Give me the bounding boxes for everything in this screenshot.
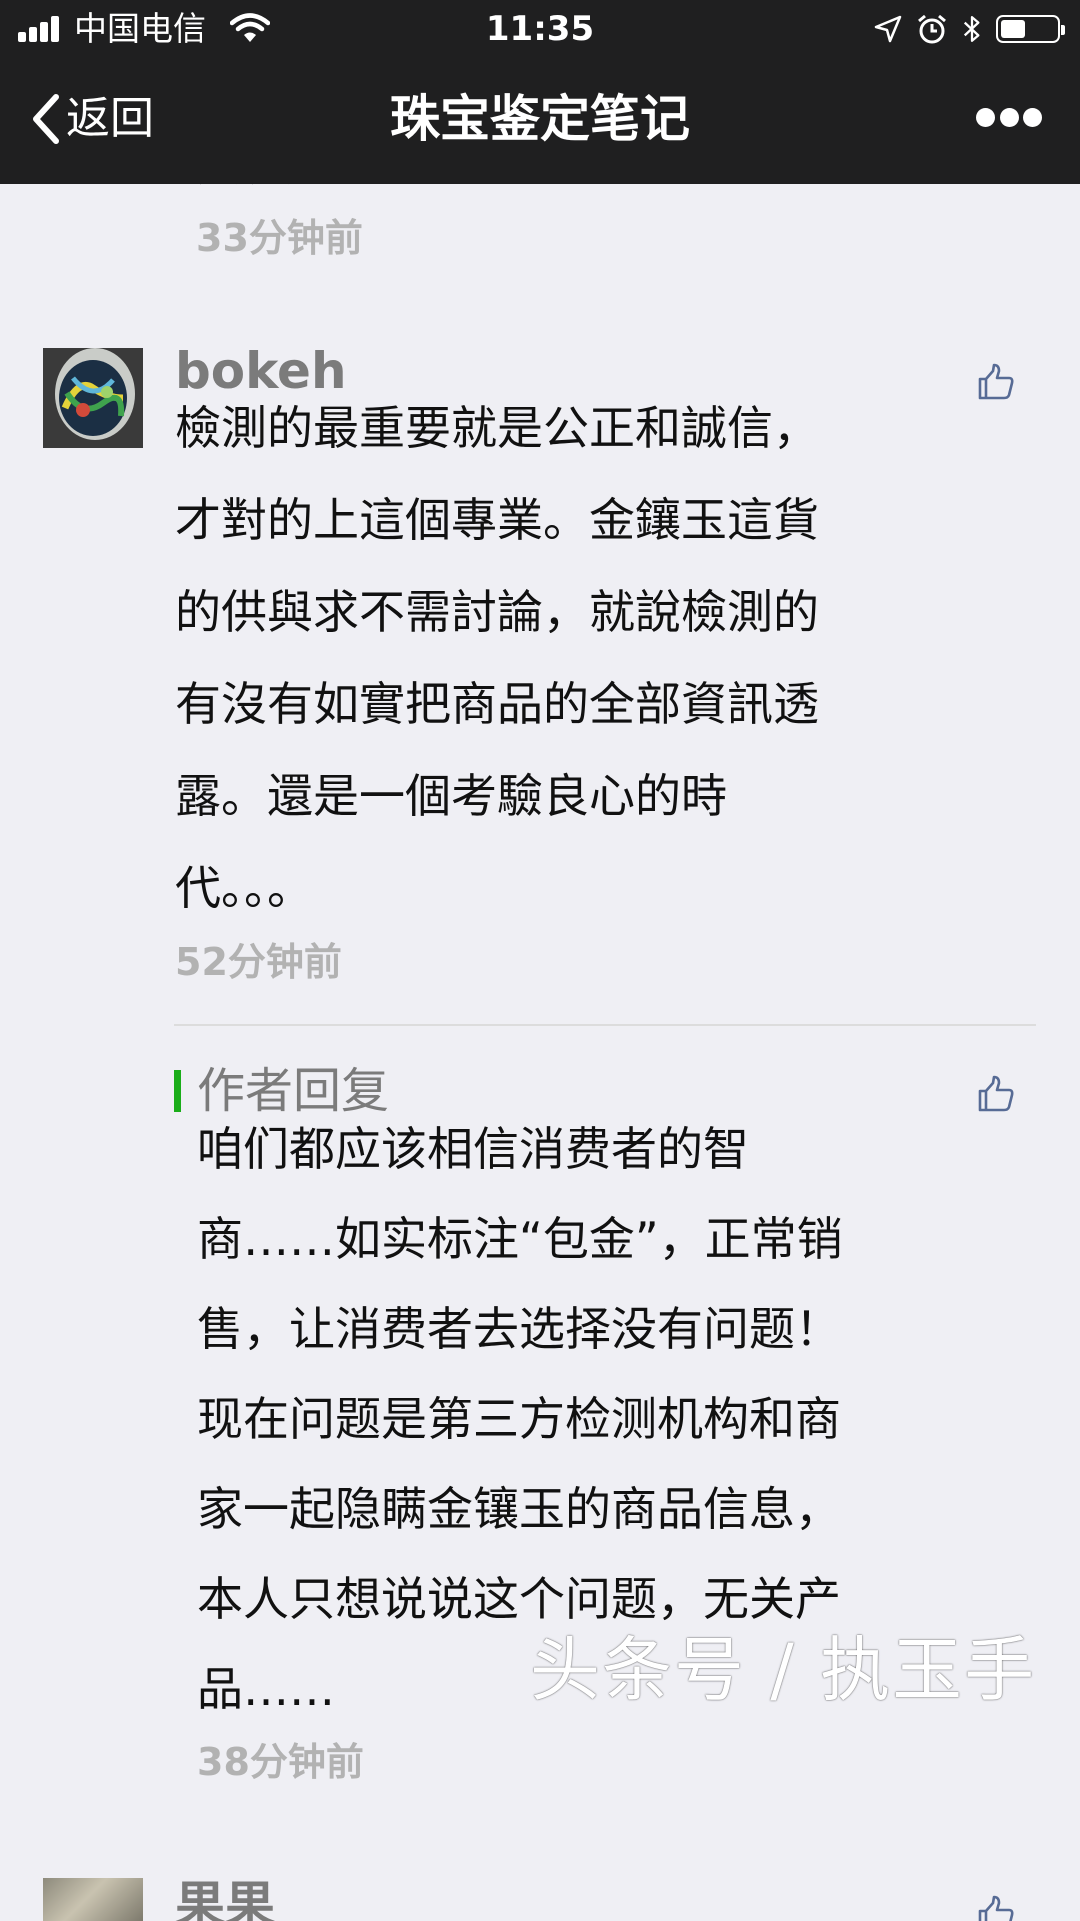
divider [174,1024,1036,1026]
reply-line: 售，让消费者去选择没有问题！ [197,1302,841,1356]
thumbs-up-icon [978,1895,1014,1921]
more-dot-icon [976,108,995,127]
page-title: 珠宝鉴定笔记 [390,90,690,148]
reply-line: 家一起隐瞒金镶玉的商品信息， [197,1482,841,1536]
comment-line: 的供與求不需討論，就說檢測的 [175,585,819,639]
more-button[interactable] [976,108,1042,130]
avatar[interactable] [43,348,143,448]
alarm-icon [918,14,946,44]
next-comment-author[interactable]: 果果 [175,1874,275,1921]
reply-accent-bar [174,1070,181,1112]
previous-comment-text-fragment: 贝贝 [195,184,315,188]
comment-line: 有沒有如實把商品的全部資訊透 [175,677,819,731]
nav-bar: 返回 珠宝鉴定笔记 [0,58,1080,184]
comment-body: 檢測的最重要就是公正和誠信， 才對的上這個專業。金鑲玉這貨 的供與求不需討論，就… [175,382,1015,934]
comment-line: 露。還是一個考驗良心的時 [175,769,727,823]
reply-line: 商……如实标注“包金”，正常销 [197,1212,843,1266]
location-icon [874,15,902,43]
comment-line: 才對的上這個專業。金鑲玉這貨 [175,493,819,547]
next-avatar[interactable] [43,1878,143,1921]
comment-line: 檢測的最重要就是公正和誠信， [175,401,819,455]
comment-line: 代。。。 [175,861,313,915]
status-bar: 中国电信 11:35 [0,0,1080,58]
reply-line: 咱们都应该相信消费者的智 [197,1122,749,1176]
reply-line: 现在问题是第三方检测机构和商 [197,1392,841,1446]
avatar-image [43,348,143,448]
comment-time: 52分钟前 [175,940,342,984]
next-like-button[interactable] [976,1894,1016,1921]
battery-icon [996,15,1065,43]
bluetooth-icon [963,16,980,42]
watermark: 头条号 / 执玉手 [530,1629,1037,1711]
reply-time: 38分钟前 [197,1740,364,1784]
previous-comment-time: 33分钟前 [196,216,363,260]
